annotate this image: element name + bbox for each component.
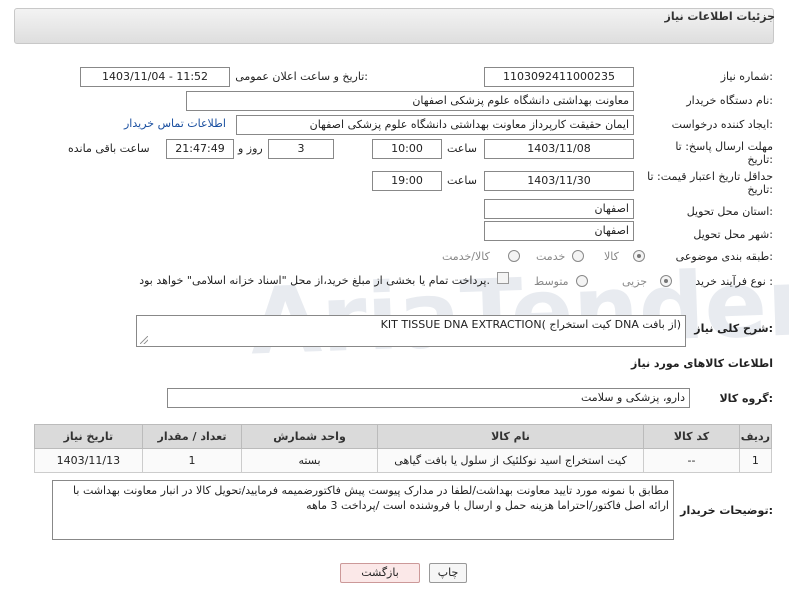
buyer-org-field: معاونت بهداشتی دانشگاه علوم پزشکی اصفهان: [186, 91, 634, 111]
announce-label: تاریخ و ساعت اعلان عمومی:: [235, 70, 368, 83]
province-field: اصفهان: [484, 199, 634, 219]
quantity-cell: 1: [141, 448, 243, 473]
table-row: 1 -- کیت استخراج اسید نوکلئیک از سلول یا…: [34, 448, 773, 473]
need-date-cell: 1403/11/13: [34, 448, 143, 473]
resize-handle-icon[interactable]: [140, 336, 148, 344]
category-service-label: خدمت: [536, 250, 566, 263]
treasury-payment-checkbox[interactable]: [497, 272, 509, 284]
item-code-cell: --: [643, 448, 740, 473]
unit-cell: بسته: [241, 448, 378, 473]
header-panel: [14, 8, 774, 44]
validity-date-field: 1403/11/30: [484, 171, 634, 191]
process-medium-label: متوسط: [534, 275, 569, 288]
category-service-radio[interactable]: [572, 250, 584, 262]
creator-label: ایجاد کننده درخواست:: [671, 118, 773, 131]
category-both-radio[interactable]: [508, 250, 520, 262]
validity-time-label: ساعت: [447, 174, 477, 187]
items-table: ردیف کد کالا نام کالا واحد شمارش تعداد /…: [34, 424, 773, 473]
col-name-header: نام کالا: [376, 424, 645, 449]
goods-group-label: گروه کالا:: [719, 392, 773, 405]
table-header-row: ردیف کد کالا نام کالا واحد شمارش تعداد /…: [34, 424, 773, 449]
process-medium-radio[interactable]: [576, 275, 588, 287]
buyer-notes-textarea[interactable]: مطابق با نمونه مورد تایید معاونت بهداشت/…: [52, 480, 674, 540]
validity-time-field: 19:00: [372, 171, 442, 191]
item-name-cell: کیت استخراج اسید نوکلئیک از سلول یا بافت…: [376, 448, 645, 473]
validity-label-2: تاریخ:: [747, 183, 773, 196]
reply-time-label: ساعت: [447, 142, 477, 155]
col-unit-header: واحد شمارش: [241, 424, 378, 449]
province-label: استان محل تحویل:: [686, 205, 773, 218]
city-label: شهر محل تحویل:: [693, 228, 773, 241]
reply-date-field: 1403/11/08: [484, 139, 634, 159]
reply-deadline-label-2: تاریخ:: [747, 153, 773, 166]
remaining-label: ساعت باقی مانده: [68, 142, 150, 155]
announce-field: 1403/11/04 - 11:52: [80, 67, 230, 87]
col-row-header: ردیف: [738, 424, 773, 449]
reply-time-field: 10:00: [372, 139, 442, 159]
process-label: نوع فرآیند خرید :: [695, 275, 773, 288]
category-both-label: کالا/خدمت: [442, 250, 490, 263]
category-goods-label: کالا: [604, 250, 619, 263]
goods-group-field: دارو، پزشکی و سلامت: [167, 388, 690, 408]
buyer-org-label: نام دستگاه خریدار:: [686, 94, 773, 107]
process-minor-radio[interactable]: [660, 275, 672, 287]
back-button[interactable]: بازگشت: [340, 563, 420, 583]
col-qty-header: تعداد / مقدار: [141, 424, 243, 449]
summary-textarea[interactable]: KIT TISSUE DNA EXTRACTION( کیت استخراج D…: [136, 315, 686, 347]
creator-field: ایمان حقیقت کارپرداز معاونت بهداشتی دانش…: [236, 115, 634, 135]
print-button[interactable]: چاپ: [429, 563, 467, 583]
col-date-header: تاریخ نیاز: [34, 424, 143, 449]
days-label: روز و: [238, 142, 263, 155]
col-code-header: کد کالا: [643, 424, 740, 449]
row-number-cell: 1: [738, 448, 773, 473]
buyer-contact-link[interactable]: اطلاعات تماس خریدار: [124, 117, 226, 130]
category-goods-radio[interactable]: [633, 250, 645, 262]
summary-label: شرح کلی نیاز:: [694, 322, 773, 335]
page-title: جزئیات اطلاعات نیاز: [664, 10, 776, 23]
payment-note: پرداخت تمام یا بخشی از مبلغ خرید،از محل …: [139, 274, 490, 287]
buyer-notes-text: مطابق با نمونه مورد تایید معاونت بهداشت/…: [73, 484, 669, 512]
need-number-label: شماره نیاز:: [720, 70, 773, 83]
validity-label: حداقل تاریخ اعتبار قیمت: تا: [647, 170, 773, 183]
goods-info-title: اطلاعات کالاهای مورد نیاز: [631, 357, 773, 370]
remaining-time-field: 21:47:49: [166, 139, 234, 159]
category-label: طبقه بندی موضوعی:: [675, 250, 773, 263]
summary-text: KIT TISSUE DNA EXTRACTION( کیت استخراج D…: [380, 318, 681, 331]
days-field: 3: [268, 139, 334, 159]
reply-deadline-label: مهلت ارسال پاسخ: تا: [675, 140, 773, 153]
process-minor-label: جزیی: [622, 275, 648, 288]
city-field: اصفهان: [484, 221, 634, 241]
need-number-field: 1103092411000235: [484, 67, 634, 87]
buyer-notes-label: توضیحات خریدار:: [680, 504, 773, 517]
